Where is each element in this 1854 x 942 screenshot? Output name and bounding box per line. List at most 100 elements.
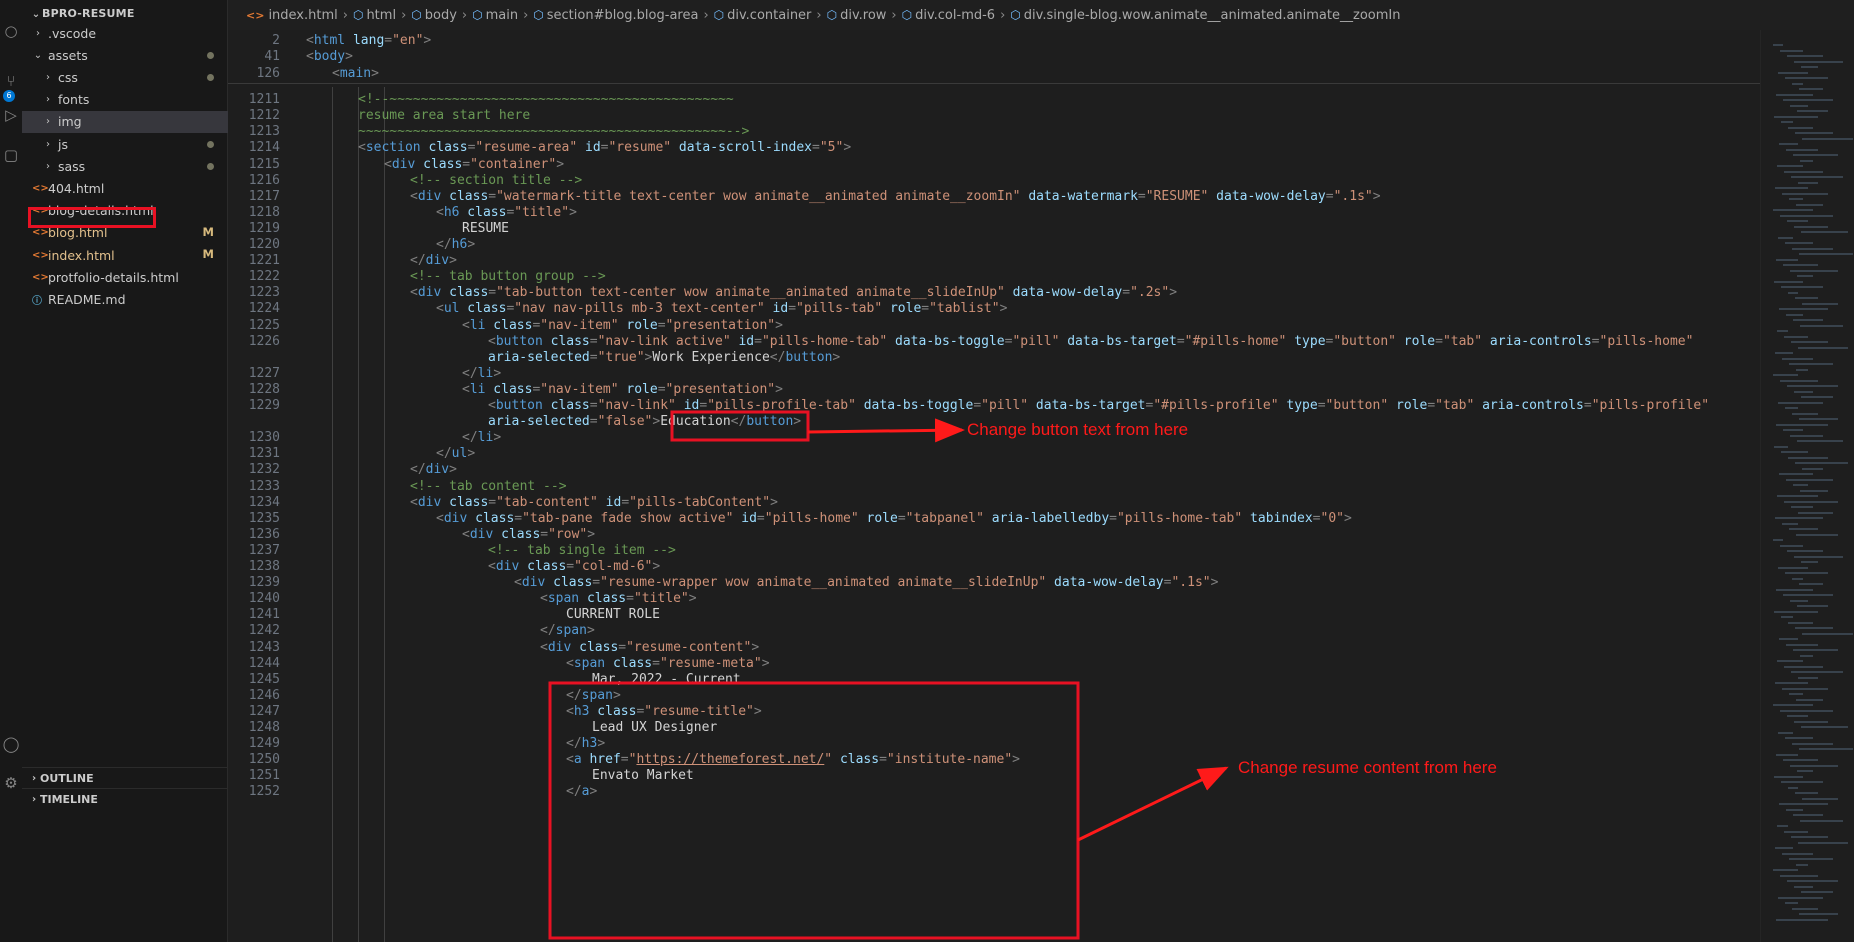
- minimap-line: [1790, 104, 1808, 107]
- minimap-line: [1788, 621, 1813, 624]
- breadcrumb: <> index.html › ⬡ html › ⬡ body › ⬡ main › ⬡ section#…: [228, 0, 1854, 30]
- account-icon[interactable]: ◯: [0, 733, 22, 755]
- code-token: >: [493, 430, 502, 446]
- code-token: div: [469, 526, 494, 542]
- code-token: class: [542, 398, 590, 413]
- minimap-line: [1776, 753, 1798, 756]
- code-token: </: [730, 414, 747, 430]
- modified-dot: [207, 141, 214, 148]
- tree-item-label: assets: [47, 47, 88, 63]
- search-icon[interactable]: ○: [0, 20, 22, 42]
- minimap-line: [1777, 660, 1803, 662]
- code-token: class: [589, 703, 637, 719]
- code-token: =: [1312, 510, 1321, 526]
- code-token: div: [417, 188, 442, 204]
- breadcrumb-item[interactable]: ⬡ section#blog.blog-area: [533, 8, 698, 23]
- minimap[interactable]: [1760, 30, 1854, 942]
- code-token: =: [1317, 398, 1326, 413]
- tree-item-img[interactable]: › img: [22, 110, 228, 133]
- timeline-panel-header[interactable]: › TIMELINE: [22, 788, 228, 810]
- minimap-line: [1788, 291, 1798, 294]
- tree-item-fonts[interactable]: › fonts: [22, 89, 228, 111]
- code-token: >: [688, 591, 697, 607]
- tree-item-index-html[interactable]: <> index.html M: [22, 244, 228, 266]
- code-token: =: [488, 188, 497, 204]
- code-token: <: [566, 752, 574, 768]
- breadcrumb-item[interactable]: ⬡ html: [353, 8, 396, 23]
- tree-item-readme-md[interactable]: ⓘ README.md: [22, 288, 228, 310]
- symbol-icon: ⬡: [472, 7, 483, 22]
- code-token: li: [477, 430, 494, 446]
- code-token: =: [1583, 398, 1592, 413]
- code-editor[interactable]: 12101211<!--~~~~~~~~~~~~~~~~~~~~~~~~~~~~…: [228, 87, 1760, 942]
- minimap-line: [1773, 44, 1783, 46]
- modified-dot: [207, 163, 214, 171]
- code-token: class: [415, 156, 463, 172]
- explorer-root[interactable]: ⌄ BPRO-RESUME: [30, 7, 135, 20]
- minimap-line: [1794, 60, 1843, 63]
- minimap-line: [1791, 176, 1843, 178]
- minimap-line: [1777, 495, 1818, 497]
- minimap-line: [1787, 550, 1823, 552]
- minimap-line: [1787, 715, 1808, 717]
- code-token: <: [410, 494, 418, 510]
- minimap-line: [1778, 236, 1793, 239]
- code-token: role: [882, 301, 922, 317]
- code-token: h6: [443, 204, 460, 220]
- code-token: </: [566, 784, 582, 800]
- minimap-line: [1778, 566, 1808, 569]
- code-token: "resume-content": [626, 639, 752, 655]
- tree-item-label: fonts: [57, 92, 90, 108]
- tree-item-404-html[interactable]: <> 404.html: [22, 177, 228, 199]
- breadcrumb-item[interactable]: <> index.html: [246, 8, 338, 23]
- code-token: html: [313, 33, 346, 48]
- source-control-icon[interactable]: ⑂: [0, 70, 22, 92]
- minimap-line: [1797, 770, 1813, 772]
- breadcrumb-item[interactable]: ⬡ div.single-blog.wow.animate__animated.a…: [1010, 8, 1400, 23]
- minimap-line: [1786, 643, 1818, 646]
- code-token[interactable]: https://themeforest.net/: [636, 752, 824, 767]
- symbol-icon: ⬡: [1010, 7, 1021, 22]
- extensions-icon[interactable]: ▢: [0, 144, 22, 166]
- tree-item-js[interactable]: › js: [22, 133, 228, 155]
- minimap-line: [1792, 247, 1833, 250]
- modified-dot: [207, 74, 214, 82]
- code-token: class: [493, 526, 541, 542]
- code-token: button: [785, 349, 833, 365]
- minimap-line: [1783, 429, 1803, 431]
- settings-gear-icon[interactable]: ⚙: [0, 772, 22, 794]
- run-debug-icon[interactable]: ▷: [0, 104, 22, 126]
- code-token: "nav-item": [540, 381, 619, 397]
- breadcrumb-item[interactable]: ⬡ div.container: [714, 8, 812, 23]
- outline-panel-header[interactable]: › OUTLINE: [22, 767, 228, 789]
- code-token: =: [921, 301, 930, 317]
- code-token: >: [652, 559, 661, 574]
- tree-item-css[interactable]: › css: [22, 66, 228, 88]
- code-token: </: [410, 462, 426, 478]
- tree-item-sass[interactable]: › sass: [22, 155, 228, 177]
- breadcrumb-item[interactable]: ⬡ main: [472, 8, 518, 23]
- tree-item-assets[interactable]: ⌄ assets: [22, 44, 228, 66]
- code-token: =: [788, 301, 797, 317]
- breadcrumb-label: div.single-blog.wow.animate__animated.an…: [1023, 7, 1401, 23]
- breadcrumb-item[interactable]: ⬡ div.row: [827, 8, 887, 23]
- code-token: "nav-link": [597, 398, 676, 413]
- code-token: >: [556, 156, 565, 172]
- minimap-line: [1781, 616, 1793, 618]
- tree-item-protfolio-details-html[interactable]: <> protfolio-details.html: [22, 266, 228, 288]
- minimap-line: [1791, 341, 1828, 343]
- code-token: class: [467, 510, 515, 526]
- tree-item--vscode[interactable]: › .vscode: [22, 22, 228, 44]
- code-token: <: [436, 204, 444, 220]
- code-token: =: [652, 655, 660, 671]
- minimap-line: [1800, 324, 1843, 327]
- breadcrumb-item[interactable]: ⬡ div.col-md-6: [902, 8, 995, 23]
- minimap-line: [1791, 506, 1813, 508]
- code-token: "tab-content": [496, 494, 598, 510]
- minimap-line: [1781, 121, 1793, 123]
- code-token: <: [436, 301, 444, 317]
- breadcrumb-item[interactable]: ⬡ body: [411, 8, 457, 23]
- code-token: Lead UX Designer: [592, 720, 718, 735]
- code-token: =: [1176, 333, 1185, 349]
- code-token: ".1s": [1171, 575, 1211, 591]
